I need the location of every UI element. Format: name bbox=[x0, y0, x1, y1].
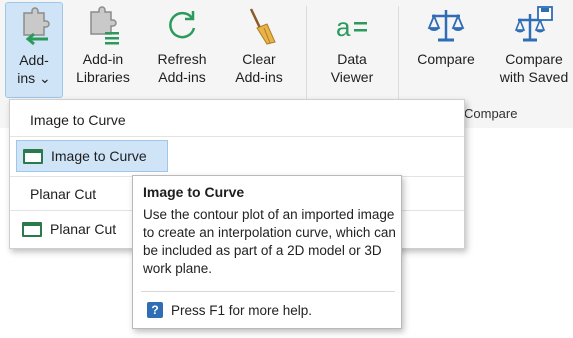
clear-add-ins-label-line1: Clear bbox=[242, 51, 276, 67]
svg-text:a: a bbox=[336, 12, 351, 42]
refresh-add-ins-label-line1: Refresh bbox=[157, 51, 207, 67]
add-in-libraries-button[interactable]: Add-in Libraries bbox=[72, 2, 134, 98]
refresh-icon bbox=[162, 6, 202, 46]
tooltip-description: Use the contour plot of an imported imag… bbox=[143, 207, 396, 276]
add-ins-button[interactable]: Add- ins ⌄ bbox=[5, 2, 63, 98]
compare-with-saved-label-line1: Compare bbox=[505, 51, 563, 67]
scales-save-icon bbox=[514, 6, 554, 46]
add-in-libraries-label-line2: Libraries bbox=[76, 69, 130, 85]
scales-icon bbox=[426, 6, 466, 46]
refresh-add-ins-button[interactable]: Refresh Add-ins bbox=[150, 2, 214, 98]
tooltip: Image to Curve Use the contour plot of a… bbox=[132, 175, 402, 329]
add-in-libraries-label-line1: Add-in bbox=[82, 51, 124, 67]
compare-with-saved-button[interactable]: Compare with Saved bbox=[496, 2, 572, 98]
menu-item-image-to-curve[interactable]: Image to Curve bbox=[16, 140, 168, 172]
menu-item-label: Image to Curve bbox=[51, 148, 147, 164]
ribbon-separator bbox=[398, 6, 399, 102]
broom-icon bbox=[239, 6, 279, 46]
help-icon: ? bbox=[147, 302, 163, 318]
add-ins-label-line1: Add- bbox=[19, 52, 49, 68]
ribbon-separator bbox=[306, 6, 307, 102]
ribbon-group-label: Compare bbox=[464, 106, 518, 121]
menu-divider bbox=[10, 136, 464, 137]
puzzle-list-icon bbox=[83, 6, 123, 46]
clear-add-ins-button[interactable]: Clear Add-ins bbox=[228, 2, 290, 98]
compare-button[interactable]: Compare bbox=[412, 2, 480, 98]
window-icon bbox=[22, 221, 42, 237]
clear-add-ins-label-line2: Add-ins bbox=[235, 69, 283, 85]
puzzle-arrow-icon bbox=[14, 7, 54, 47]
data-viewer-label-line2: Viewer bbox=[330, 69, 374, 85]
refresh-add-ins-label-line2: Add-ins bbox=[158, 69, 206, 85]
tooltip-help-text: Press F1 for more help. bbox=[171, 302, 313, 318]
add-ins-label-line2: ins ⌄ bbox=[17, 70, 51, 86]
menu-item-label: Planar Cut bbox=[50, 221, 117, 237]
tooltip-help: ? Press F1 for more help. bbox=[147, 302, 312, 318]
window-icon bbox=[23, 148, 43, 164]
tooltip-divider bbox=[141, 291, 395, 292]
menu-item-planar-cut[interactable]: Planar Cut bbox=[16, 213, 116, 245]
tooltip-title: Image to Curve bbox=[143, 184, 245, 200]
compare-with-saved-label-line2: with Saved bbox=[499, 69, 569, 85]
menu-section-header: Planar Cut bbox=[30, 186, 97, 202]
compare-label-line1: Compare bbox=[417, 51, 475, 67]
data-viewer-label-line1: Data bbox=[337, 51, 367, 67]
data-viewer-button[interactable]: a Data Viewer bbox=[322, 2, 382, 98]
menu-section-header: Image to Curve bbox=[30, 112, 126, 128]
data-viewer-icon: a bbox=[332, 6, 372, 46]
